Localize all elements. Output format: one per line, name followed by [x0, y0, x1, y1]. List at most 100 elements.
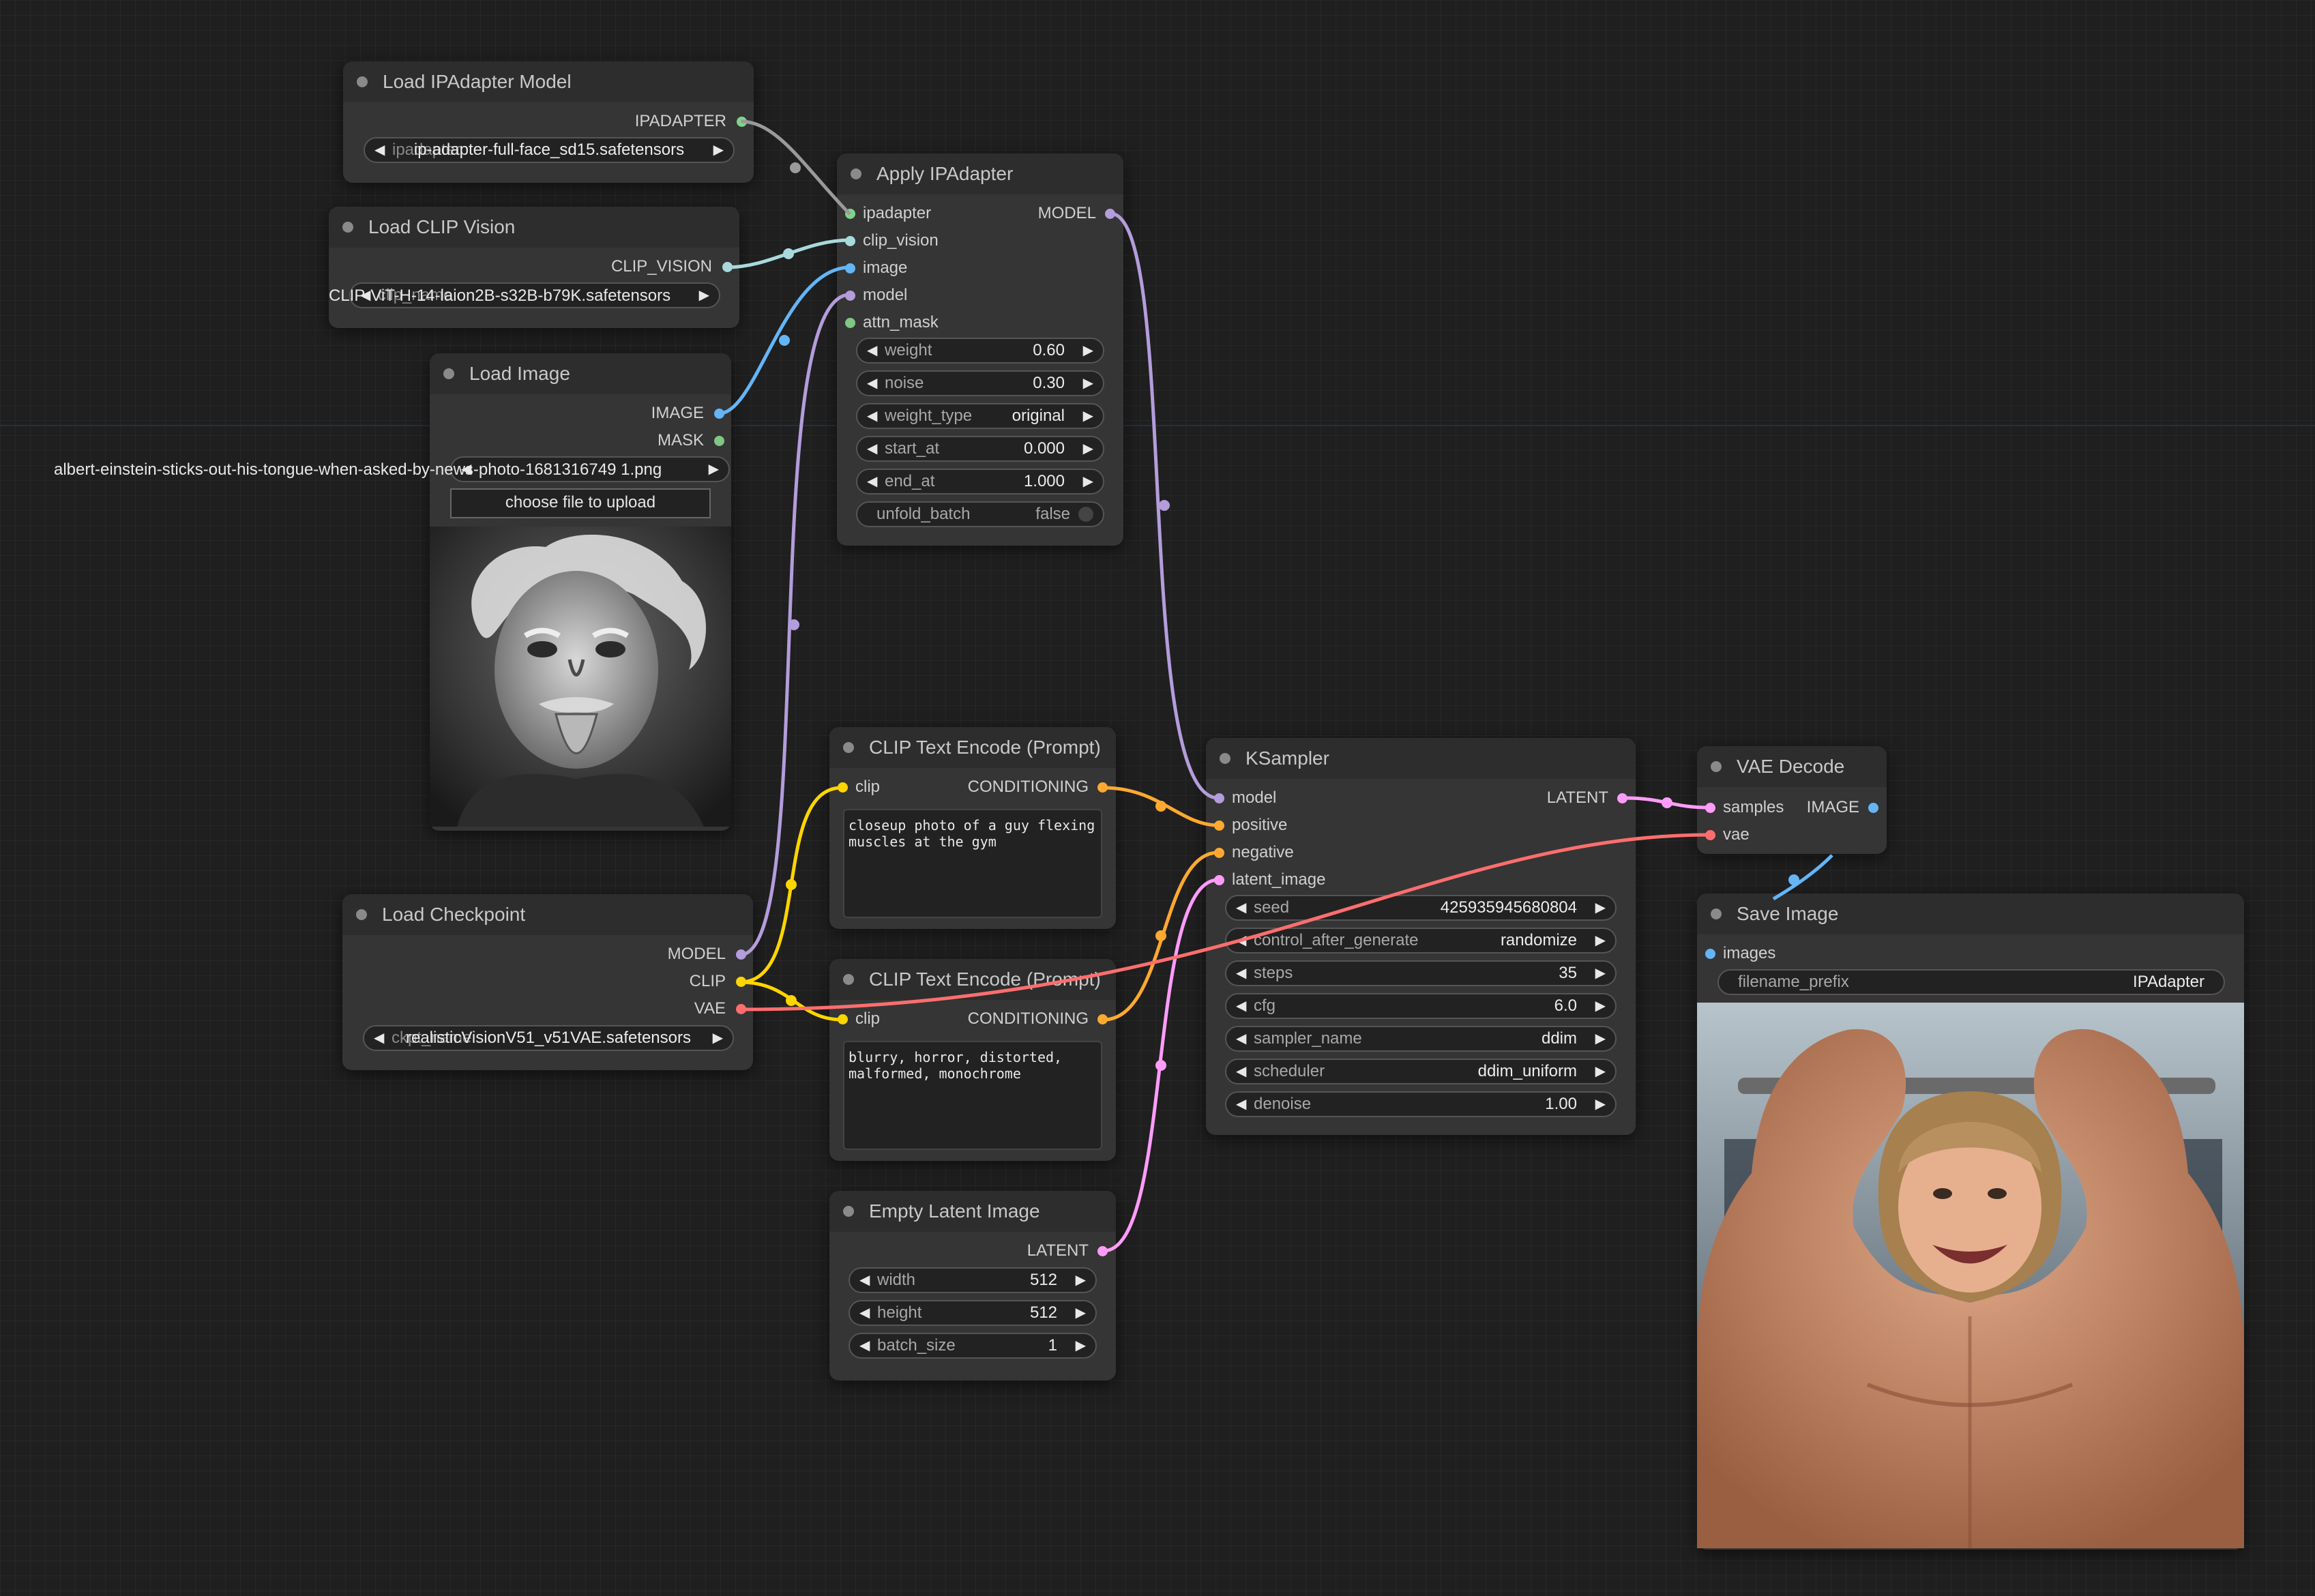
output-pin-latent[interactable]	[1097, 1246, 1108, 1256]
arrow-left-icon[interactable]: ◀	[867, 437, 877, 460]
prompt-textarea[interactable]: closeup photo of a guy flexing muscles a…	[843, 809, 1102, 918]
node-load-image[interactable]: Load Image IMAGE MASK ◀ ▶ choose file to…	[430, 353, 731, 831]
collapse-dot-icon[interactable]	[357, 76, 368, 87]
arrow-right-icon[interactable]: ▶	[1076, 1269, 1086, 1292]
widget-ckpt-name[interactable]: ◀ ckpt_name realisticVisionV51_v51VAE.sa…	[363, 1025, 734, 1051]
arrow-right-icon[interactable]: ▶	[709, 458, 719, 481]
node-load-ipadapter-model[interactable]: Load IPAdapter Model IPADAPTER ◀ ipadapt…	[343, 61, 754, 183]
widget-steps[interactable]: ◀ steps 35 ▶	[1225, 960, 1617, 986]
widget-weight[interactable]: ◀ weight 0.60 ▶	[856, 338, 1104, 364]
arrow-left-icon[interactable]: ◀	[1236, 994, 1246, 1018]
widget-filename-prefix[interactable]: filename_prefix IPAdapter	[1717, 969, 2225, 995]
input-pin-clip[interactable]	[838, 1014, 848, 1024]
node-vae-decode[interactable]: VAE Decode samples vae IMAGE	[1697, 746, 1887, 854]
arrow-right-icon[interactable]: ▶	[713, 138, 724, 162]
arrow-left-icon[interactable]: ◀	[867, 372, 877, 395]
input-pin-latent-image[interactable]	[1214, 875, 1224, 885]
output-pin-image[interactable]	[1868, 803, 1878, 813]
widget-denoise[interactable]: ◀ denoise 1.00 ▶	[1225, 1091, 1617, 1117]
arrow-left-icon[interactable]: ◀	[1236, 1060, 1246, 1083]
input-pin-model[interactable]	[1214, 793, 1224, 803]
collapse-dot-icon[interactable]	[443, 368, 454, 379]
input-pin-samples[interactable]	[1705, 803, 1715, 813]
prompt-textarea[interactable]: blurry, horror, distorted, malformed, mo…	[843, 1041, 1102, 1150]
output-pin-vae[interactable]	[736, 1004, 746, 1014]
arrow-left-icon[interactable]: ◀	[867, 470, 877, 493]
arrow-right-icon[interactable]: ▶	[1083, 437, 1093, 460]
collapse-dot-icon[interactable]	[843, 742, 854, 753]
input-pin-positive[interactable]	[1214, 821, 1224, 831]
widget-height[interactable]: ◀ height 512 ▶	[849, 1300, 1097, 1326]
arrow-right-icon[interactable]: ▶	[699, 284, 709, 307]
upload-button[interactable]: choose file to upload	[450, 488, 711, 518]
input-pin-vae[interactable]	[1705, 830, 1715, 840]
output-pin-clip-vision[interactable]	[722, 262, 733, 272]
input-pin-attn-mask[interactable]	[845, 318, 855, 328]
output-pin-conditioning[interactable]	[1097, 782, 1108, 793]
arrow-left-icon[interactable]: ◀	[1236, 1027, 1246, 1050]
input-pin-ipadapter[interactable]	[845, 209, 855, 219]
collapse-dot-icon[interactable]	[843, 1206, 854, 1217]
collapse-dot-icon[interactable]	[342, 222, 353, 233]
output-pin-image[interactable]	[714, 409, 724, 419]
widget-model-name[interactable]: ◀ ipadapter ip-adapter-full-face_sd15.sa…	[364, 137, 735, 163]
collapse-dot-icon[interactable]	[1220, 753, 1230, 764]
input-pin-negative[interactable]	[1214, 848, 1224, 858]
arrow-right-icon[interactable]: ▶	[1595, 1027, 1606, 1050]
collapse-dot-icon[interactable]	[843, 974, 854, 985]
arrow-left-icon[interactable]: ◀	[859, 1301, 870, 1325]
output-pin-model[interactable]	[736, 949, 746, 960]
arrow-left-icon[interactable]: ◀	[1236, 929, 1246, 952]
widget-end-at[interactable]: ◀ end_at 1.000 ▶	[856, 469, 1104, 494]
input-pin-images[interactable]	[1705, 949, 1715, 959]
widget-weight-type[interactable]: ◀ weight_type original ▶	[856, 403, 1104, 429]
output-pin-latent[interactable]	[1617, 793, 1627, 803]
output-pin-ipadapter[interactable]	[737, 117, 747, 127]
node-ksampler[interactable]: KSampler model positive negative latent_…	[1206, 738, 1636, 1135]
collapse-dot-icon[interactable]	[356, 909, 367, 920]
widget-seed[interactable]: ◀ seed 425935945680804 ▶	[1225, 895, 1617, 921]
arrow-right-icon[interactable]: ▶	[1595, 1093, 1606, 1116]
arrow-right-icon[interactable]: ▶	[1083, 372, 1093, 395]
toggle-knob-icon[interactable]	[1078, 507, 1093, 522]
collapse-dot-icon[interactable]	[1711, 908, 1722, 919]
arrow-right-icon[interactable]: ▶	[1595, 896, 1606, 919]
arrow-left-icon[interactable]: ◀	[1236, 1093, 1246, 1116]
input-pin-image[interactable]	[845, 263, 855, 274]
widget-batch-size[interactable]: ◀ batch_size 1 ▶	[849, 1333, 1097, 1359]
output-pin-conditioning[interactable]	[1097, 1014, 1108, 1024]
node-load-checkpoint[interactable]: Load Checkpoint MODEL CLIP VAE ◀ ckpt_na…	[342, 894, 753, 1070]
arrow-right-icon[interactable]: ▶	[1595, 962, 1606, 985]
arrow-left-icon[interactable]: ◀	[867, 404, 877, 428]
collapse-dot-icon[interactable]	[1711, 761, 1722, 772]
widget-width[interactable]: ◀ width 512 ▶	[849, 1267, 1097, 1293]
node-apply-ipadapter[interactable]: Apply IPAdapter ipadapter clip_vision im…	[837, 153, 1123, 546]
toggle-unfold-batch[interactable]: unfold_batch false	[856, 501, 1104, 527]
output-pin-clip[interactable]	[736, 977, 746, 987]
arrow-right-icon[interactable]: ▶	[1083, 470, 1093, 493]
widget-start-at[interactable]: ◀ start_at 0.000 ▶	[856, 436, 1104, 462]
arrow-left-icon[interactable]: ◀	[867, 339, 877, 362]
arrow-right-icon[interactable]: ▶	[1595, 1060, 1606, 1083]
arrow-left-icon[interactable]: ◀	[1236, 962, 1246, 985]
widget-noise[interactable]: ◀ noise 0.30 ▶	[856, 370, 1104, 396]
node-load-clip-vision[interactable]: Load CLIP Vision CLIP_VISION ◀ clip_name…	[329, 207, 739, 328]
arrow-left-icon[interactable]: ◀	[859, 1334, 870, 1357]
node-clip-text-encode-negative[interactable]: CLIP Text Encode (Prompt) clip CONDITION…	[829, 959, 1116, 1161]
widget-scheduler[interactable]: ◀ scheduler ddim_uniform ▶	[1225, 1059, 1617, 1084]
arrow-right-icon[interactable]: ▶	[1595, 929, 1606, 952]
input-pin-clip[interactable]	[838, 782, 848, 793]
collapse-dot-icon[interactable]	[851, 168, 861, 179]
widget-control-after-generate[interactable]: ◀ control_after_generate randomize ▶	[1225, 928, 1617, 954]
output-pin-mask[interactable]	[714, 436, 724, 446]
arrow-right-icon[interactable]: ▶	[713, 1026, 723, 1050]
node-save-image[interactable]: Save Image images filename_prefix IPAdap…	[1697, 893, 2244, 1550]
input-pin-clip-vision[interactable]	[845, 236, 855, 246]
widget-sampler-name[interactable]: ◀ sampler_name ddim ▶	[1225, 1026, 1617, 1052]
arrow-right-icon[interactable]: ▶	[1595, 994, 1606, 1018]
arrow-right-icon[interactable]: ▶	[1076, 1334, 1086, 1357]
output-pin-model[interactable]	[1105, 209, 1115, 219]
arrow-left-icon[interactable]: ◀	[859, 1269, 870, 1292]
arrow-right-icon[interactable]: ▶	[1083, 404, 1093, 428]
arrow-right-icon[interactable]: ▶	[1083, 339, 1093, 362]
